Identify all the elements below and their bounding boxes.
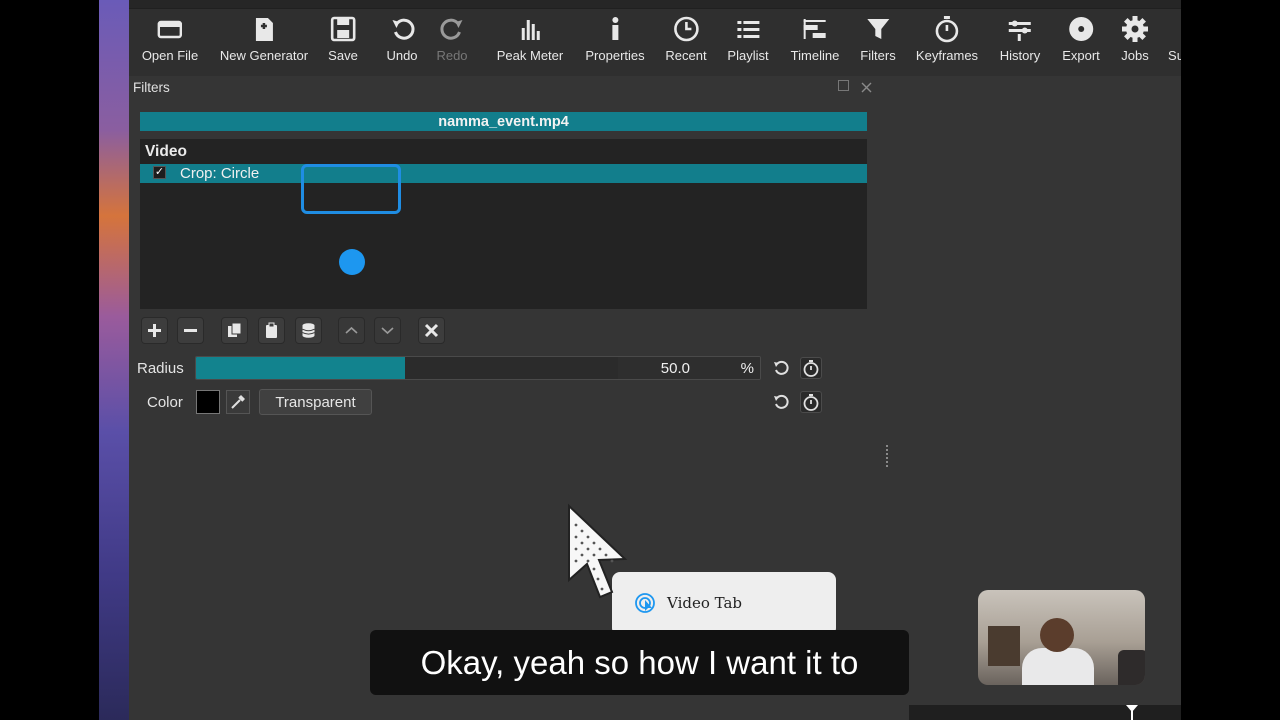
- playlist-button[interactable]: Playlist: [727, 14, 769, 63]
- properties-icon: [612, 17, 618, 40]
- history-button[interactable]: History: [1000, 14, 1040, 63]
- keyframes-button[interactable]: Keyframes: [916, 14, 978, 63]
- filters-panel-title: Filters: [133, 80, 170, 95]
- keyframes-stopwatch-icon: [935, 16, 959, 43]
- stopwatch-icon: [803, 360, 819, 377]
- panel-splitter-handle[interactable]: [886, 445, 890, 467]
- remove-filter-button[interactable]: [177, 317, 204, 344]
- close-x-icon: [424, 323, 439, 338]
- export-disc-icon: [1068, 17, 1093, 41]
- recent-clock-icon: [673, 16, 699, 42]
- paste-clipboard-icon: [266, 322, 277, 338]
- add-filter-button[interactable]: [141, 317, 168, 344]
- tap-click-icon: [635, 593, 655, 613]
- presenter-avatar: [1040, 618, 1074, 652]
- timeline-icon: [804, 19, 826, 39]
- deselect-filter-button[interactable]: [418, 317, 445, 344]
- mouse-pointer-icon: [568, 503, 628, 599]
- undo-icon: [391, 18, 415, 40]
- reset-icon: [774, 394, 789, 409]
- save-button[interactable]: Save: [328, 14, 358, 63]
- transparent-button[interactable]: Transparent: [259, 389, 372, 415]
- copy-icon: [228, 322, 242, 337]
- desktop-wallpaper-strip: [99, 0, 129, 720]
- jobs-button[interactable]: Jobs: [1121, 14, 1149, 63]
- close-icon: [861, 82, 872, 93]
- radius-slider-fill: [196, 357, 405, 379]
- minus-icon: [184, 329, 197, 332]
- radius-unit: %: [740, 360, 754, 377]
- redo-icon: [439, 18, 462, 40]
- playhead-marker-icon[interactable]: [1126, 705, 1138, 720]
- color-keyframe-button[interactable]: [800, 391, 822, 413]
- tooltip-label: Video Tab: [667, 594, 743, 612]
- peak-meter-icon: [521, 20, 540, 40]
- click-highlight-box: [301, 164, 401, 214]
- stopwatch-icon: [803, 394, 819, 411]
- export-button[interactable]: Export: [1062, 14, 1100, 63]
- paste-filter-button[interactable]: [258, 317, 285, 344]
- redo-button[interactable]: Redo: [436, 14, 468, 63]
- undo-button[interactable]: Undo: [386, 14, 418, 63]
- open-file-button[interactable]: Open File: [142, 14, 198, 63]
- chevron-down-icon: [381, 327, 394, 335]
- playlist-icon: [737, 21, 759, 38]
- jobs-gear-icon: [1122, 16, 1148, 42]
- database-stack-icon: [302, 323, 315, 338]
- history-icon: [1008, 20, 1031, 41]
- webcam-overlay: [978, 590, 1145, 685]
- peak-meter-button[interactable]: Peak Meter: [497, 14, 563, 63]
- filter-row-crop-circle[interactable]: ✓ Crop: Circle: [140, 164, 867, 183]
- radius-label: Radius: [137, 360, 184, 377]
- video-tab-tooltip: Video Tab: [612, 572, 836, 636]
- chevron-up-icon: [345, 326, 358, 334]
- filter-row-label: Crop: Circle: [180, 165, 260, 182]
- timeline-button[interactable]: Timeline: [791, 14, 839, 63]
- eyedropper-icon: [231, 395, 245, 409]
- color-reset-button[interactable]: [770, 391, 792, 413]
- radius-reset-button[interactable]: [770, 357, 792, 379]
- new-generator-icon: [256, 18, 273, 41]
- properties-button[interactable]: Properties: [585, 14, 645, 63]
- main-toolbar: Open File New Generator Save Undo Redo P…: [129, 0, 1181, 76]
- radius-value: 50.0: [660, 360, 690, 377]
- radius-slider[interactable]: 50.0 %: [195, 356, 761, 380]
- filters-button[interactable]: Filters: [860, 14, 896, 63]
- save-icon: [330, 16, 356, 42]
- panel-close-button[interactable]: [861, 80, 872, 93]
- subtitle-caption: Okay, yeah so how I want it to: [370, 630, 909, 695]
- move-filter-down-button[interactable]: [374, 317, 401, 344]
- filter-sets-button[interactable]: [295, 317, 322, 344]
- new-generator-button[interactable]: New Generator: [220, 14, 308, 63]
- filter-enable-checkbox[interactable]: ✓: [153, 166, 166, 179]
- filters-funnel-icon: [866, 19, 889, 39]
- color-swatch[interactable]: [196, 390, 220, 414]
- move-filter-up-button[interactable]: [338, 317, 365, 344]
- color-label: Color: [147, 394, 183, 411]
- plus-icon: [148, 324, 161, 337]
- open-file-icon: [157, 20, 183, 39]
- toolbar-overflow-item[interactable]: Su: [1162, 14, 1181, 63]
- color-picker-button[interactable]: [226, 390, 250, 414]
- clip-name-bar: namma_event.mp4: [140, 112, 867, 131]
- video-section-header: Video: [145, 143, 187, 160]
- timeline-strip: [909, 705, 1181, 720]
- radius-keyframe-button[interactable]: [800, 357, 822, 379]
- reset-icon: [774, 360, 789, 375]
- click-indicator-dot: [339, 249, 365, 275]
- panel-float-button[interactable]: [838, 80, 849, 91]
- title-bar: [129, 0, 1181, 9]
- filter-list[interactable]: Video ✓ Crop: Circle: [140, 139, 867, 309]
- copy-filter-button[interactable]: [221, 317, 248, 344]
- recent-button[interactable]: Recent: [665, 14, 707, 63]
